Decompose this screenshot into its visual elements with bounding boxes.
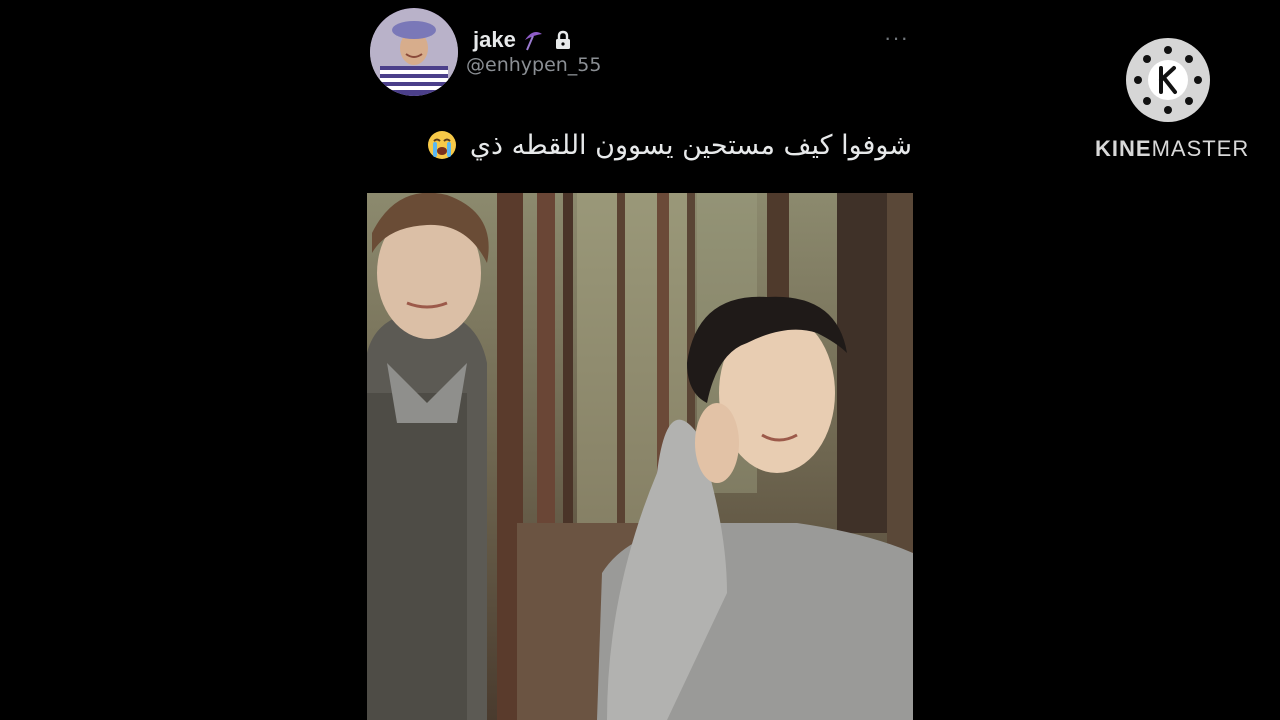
photo-two-people-forest [367, 193, 913, 720]
loudly-crying-face-icon [427, 130, 457, 160]
more-horizontal-icon[interactable]: ··· [884, 27, 909, 49]
wordmark-regular: MASTER [1151, 136, 1250, 161]
kinemaster-logo-icon [1126, 38, 1210, 122]
lock-icon [554, 30, 572, 50]
wordmark-bold: KINE [1095, 136, 1152, 161]
umbrella-icon [522, 28, 544, 52]
avatar-image [370, 8, 458, 96]
kinemaster-wordmark: KINEMASTER [1095, 136, 1249, 162]
user-handle[interactable]: @enhypen_55 [466, 54, 602, 76]
user-avatar[interactable] [370, 8, 458, 96]
name-row: jake [473, 26, 572, 54]
display-name[interactable]: jake [473, 27, 516, 53]
tweet-text-body: شوفوا كيف مستحين يسوون اللقطه ذي [469, 130, 912, 161]
tweet-media-photo[interactable] [367, 193, 913, 720]
tweet-text: شوفوا كيف مستحين يسوون اللقطه ذي [392, 130, 912, 170]
